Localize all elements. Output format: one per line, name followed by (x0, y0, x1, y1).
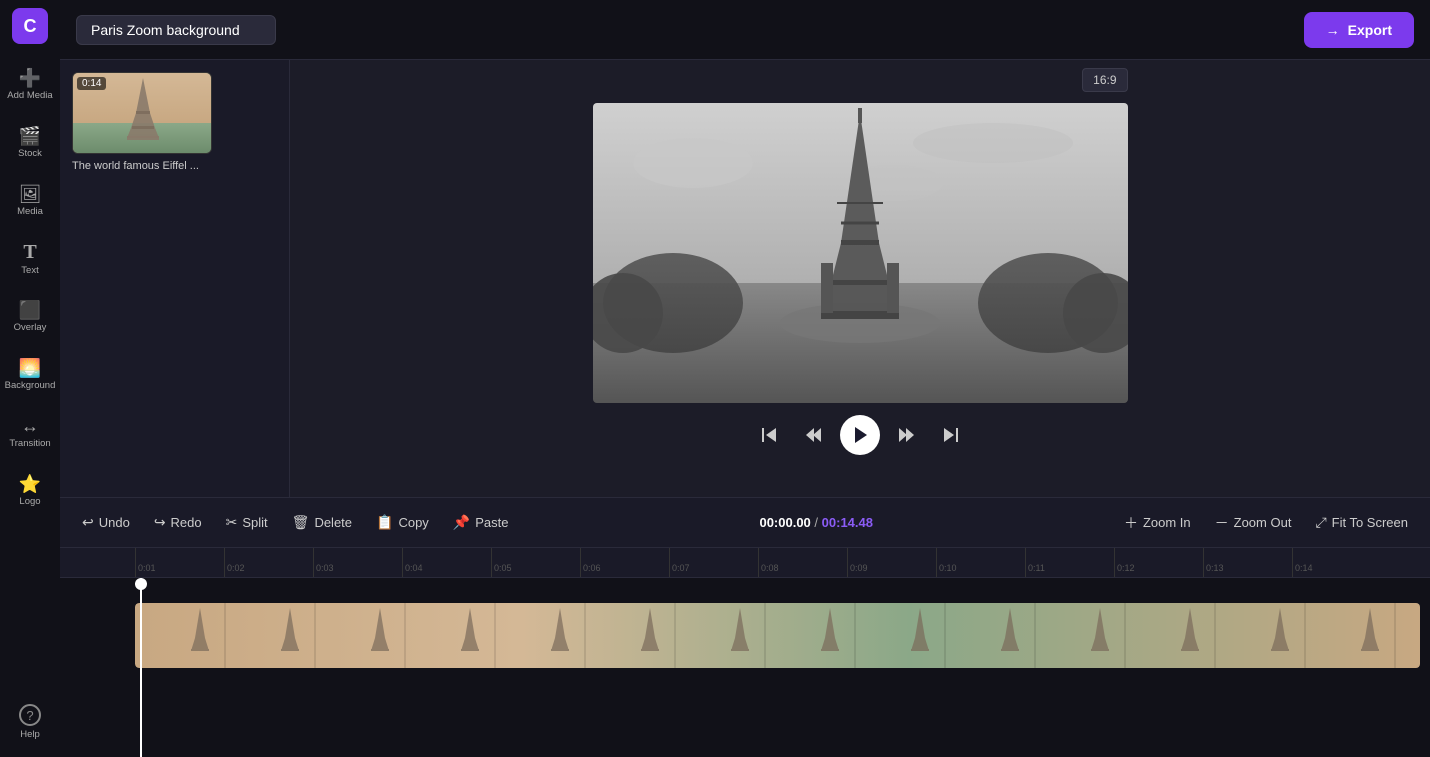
play-button[interactable] (840, 415, 880, 455)
fast-forward-button[interactable] (888, 417, 924, 453)
sidebar-item-text[interactable]: T Text (5, 232, 55, 286)
preview-area: 16:9 (290, 60, 1430, 497)
ruler-mark: 0:08 (758, 548, 847, 577)
ruler-mark: 0:04 (402, 548, 491, 577)
total-time: 00:14.48 (822, 515, 873, 530)
main-content: → Export (60, 0, 1430, 757)
clip-duration: 0:14 (77, 77, 106, 90)
media-panel: 0:14 The world famous Eiffel ... (60, 60, 290, 497)
sidebar-item-logo[interactable]: ⭐ Logo (5, 464, 55, 518)
text-icon: T (23, 242, 36, 262)
redo-icon: ↪ (154, 514, 166, 531)
split-icon: ✂ (226, 514, 238, 531)
timeline-section: ↩ Undo ↪ Redo ✂ Split 🗑 Delete 📋 Copy 📌 (60, 497, 1430, 757)
playhead-head (135, 578, 147, 590)
sidebar: C ➕ Add Media 🎬 Stock 🖼 Media T Text ⬛ O… (0, 0, 60, 757)
transition-icon: ↔ (21, 417, 39, 435)
ruler-mark: 0:13 (1203, 548, 1292, 577)
ruler-mark: 0:01 (135, 548, 224, 577)
project-title-input[interactable] (76, 15, 276, 45)
time-display: 00:00.00 / 00:14.48 (523, 515, 1110, 530)
paste-icon: 📌 (453, 514, 470, 531)
undo-icon: ↩ (82, 514, 94, 531)
ruler-mark: 0:14 (1292, 548, 1381, 577)
playback-controls (752, 415, 968, 455)
zoom-out-button[interactable]: － Zoom Out (1205, 507, 1302, 539)
skip-to-start-button[interactable] (752, 417, 788, 453)
preview-video (593, 103, 1128, 403)
sidebar-item-media[interactable]: 🖼 Media (5, 174, 55, 228)
copy-icon: 📋 (376, 514, 393, 531)
video-track[interactable] (135, 603, 1420, 668)
ruler-mark: 0:12 (1114, 548, 1203, 577)
sidebar-item-overlay[interactable]: ⬛ Overlay (5, 290, 55, 344)
topbar: → Export (60, 0, 1430, 60)
timeline-ruler: 0:01 0:02 0:03 0:04 0:05 0:06 0:07 0:08 … (60, 548, 1430, 578)
paste-button[interactable]: 📌 Paste (443, 508, 519, 537)
ruler-mark: 0:02 (224, 548, 313, 577)
aspect-ratio-badge: 16:9 (1082, 68, 1127, 92)
export-button[interactable]: → Export (1304, 12, 1414, 48)
sidebar-item-stock[interactable]: 🎬 Stock (5, 116, 55, 170)
fit-screen-icon: ⤢ (1315, 514, 1326, 531)
zoom-in-button[interactable]: ＋ Zoom In (1114, 507, 1201, 539)
delete-icon: 🗑 (292, 514, 310, 531)
help-icon: ? (19, 704, 41, 726)
sidebar-item-transition[interactable]: ↔ Transition (5, 406, 55, 460)
logo-icon: ⭐ (19, 475, 41, 493)
track-frames (135, 603, 1420, 668)
ruler-mark: 0:06 (580, 548, 669, 577)
media-icon: 🖼 (19, 185, 42, 203)
ruler-mark: 0:05 (491, 548, 580, 577)
split-button[interactable]: ✂ Split (216, 508, 278, 537)
zoom-in-icon: ＋ (1124, 513, 1138, 533)
export-icon: → (1326, 22, 1340, 38)
ruler-mark: 0:10 (936, 548, 1025, 577)
ruler-mark: 0:09 (847, 548, 936, 577)
zoom-controls: ＋ Zoom In － Zoom Out ⤢ Fit To Screen (1114, 507, 1418, 539)
time-separator: / (814, 515, 821, 530)
add-media-icon: ➕ (19, 69, 41, 87)
delete-button[interactable]: 🗑 Delete (282, 508, 362, 537)
timeline-tracks[interactable] (60, 578, 1430, 757)
redo-button[interactable]: ↪ Redo (144, 508, 212, 537)
sidebar-item-help[interactable]: ? Help (5, 695, 55, 749)
rewind-button[interactable] (796, 417, 832, 453)
app-logo[interactable]: C (12, 8, 48, 44)
ruler-marks: 0:01 0:02 0:03 0:04 0:05 0:06 0:07 0:08 … (135, 548, 1381, 577)
sidebar-item-background[interactable]: 🌅 Background (5, 348, 55, 402)
preview-container: 16:9 (593, 103, 1128, 403)
overlay-icon: ⬛ (19, 301, 41, 319)
current-time: 00:00.00 (759, 515, 810, 530)
ruler-mark: 0:03 (313, 548, 402, 577)
zoom-out-icon: － (1215, 513, 1229, 533)
fit-to-screen-button[interactable]: ⤢ Fit To Screen (1305, 508, 1418, 537)
timeline-toolbar: ↩ Undo ↪ Redo ✂ Split 🗑 Delete 📋 Copy 📌 (60, 498, 1430, 548)
undo-button[interactable]: ↩ Undo (72, 508, 140, 537)
timeline-body: 0:01 0:02 0:03 0:04 0:05 0:06 0:07 0:08 … (60, 548, 1430, 757)
background-icon: 🌅 (19, 359, 41, 377)
sidebar-item-add-media[interactable]: ➕ Add Media (5, 58, 55, 112)
timeline-playhead[interactable] (140, 578, 142, 757)
stock-icon: 🎬 (19, 127, 41, 145)
ruler-mark: 0:07 (669, 548, 758, 577)
ruler-mark: 0:11 (1025, 548, 1114, 577)
media-clip-thumbnail[interactable]: 0:14 (72, 72, 212, 154)
clip-title: The world famous Eiffel ... (72, 159, 277, 173)
skip-to-end-button[interactable] (932, 417, 968, 453)
preview-scene (593, 103, 1128, 403)
workspace: 0:14 The world famous Eiffel ... 16:9 (60, 60, 1430, 497)
copy-button[interactable]: 📋 Copy (366, 508, 439, 537)
